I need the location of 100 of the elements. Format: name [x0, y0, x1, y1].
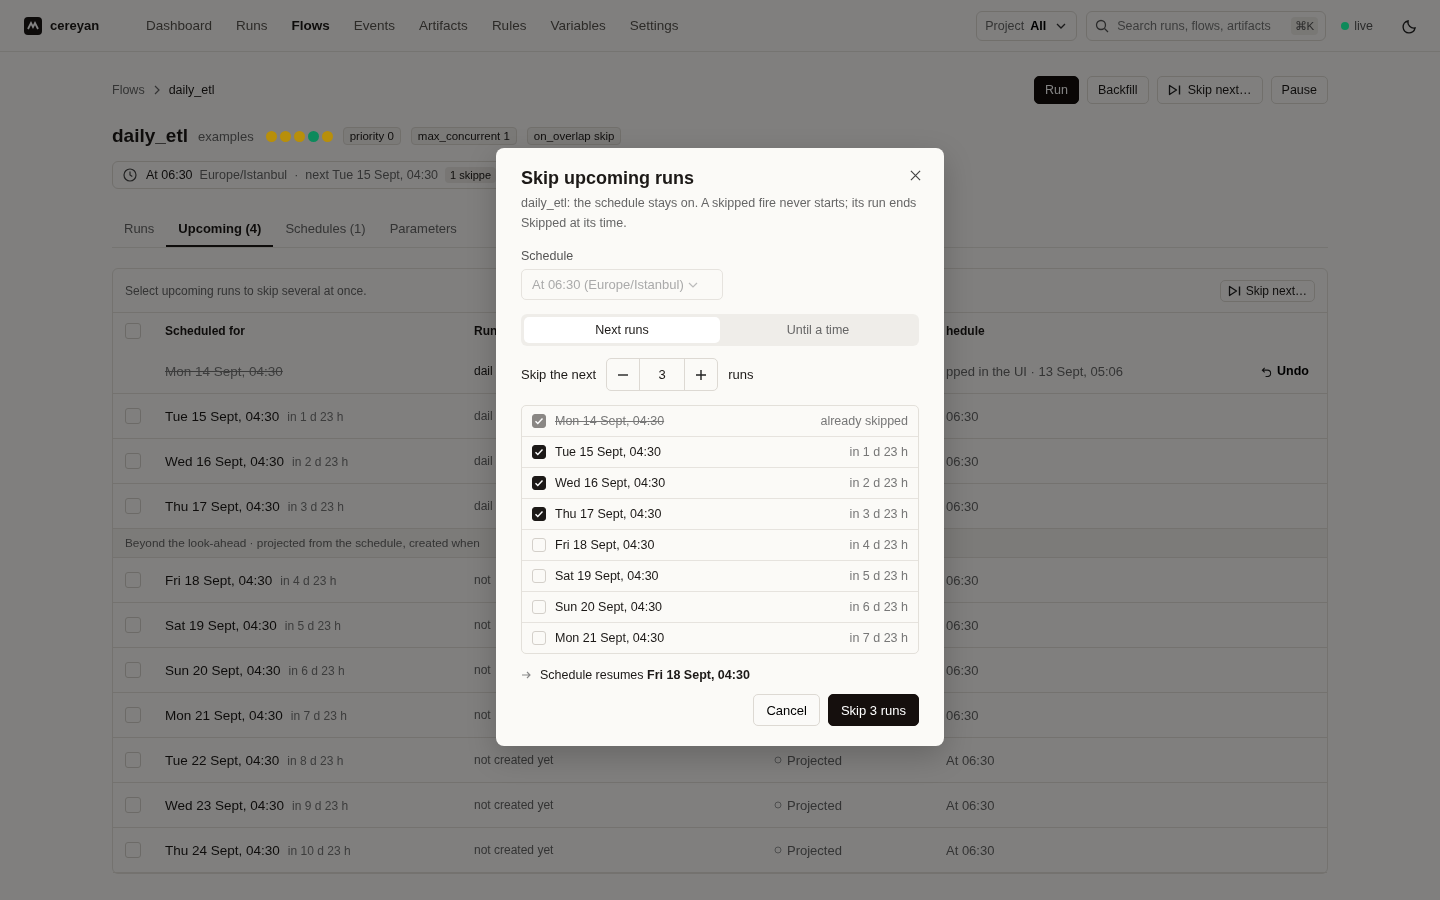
scheduled-date: Tue 22 Sept, 04:30 [165, 752, 280, 768]
count-unit: runs [728, 367, 754, 382]
schedule-cell: 06:30 [946, 408, 979, 424]
schedule-cell: 06:30 [946, 662, 979, 678]
run-info: in 2 d 23 h [849, 476, 908, 490]
moon-icon[interactable] [1402, 17, 1418, 34]
undo-icon [1261, 365, 1273, 377]
run-date: Wed 16 Sept, 04:30 [555, 476, 667, 490]
clock-icon [123, 168, 137, 182]
nav-link[interactable]: Runs [225, 18, 279, 33]
tab[interactable]: Parameters [377, 213, 469, 247]
search-icon [1095, 18, 1110, 33]
relative-time: in 5 d 23 h [284, 618, 341, 633]
check-icon [533, 446, 545, 458]
schedule-cell: 06:30 [946, 498, 979, 514]
run-checkbox[interactable] [532, 414, 546, 428]
schedule-cell: 06:30 [946, 617, 979, 633]
skipped-count: 1 skippe [445, 167, 497, 183]
schedule-cell: 06:30 [946, 453, 979, 469]
close-icon[interactable] [910, 170, 921, 181]
relative-time: in 10 d 23 h [287, 843, 351, 858]
run-checkbox[interactable] [532, 507, 546, 521]
app-name: cereyan [50, 18, 100, 33]
schedule-cell: 06:30 [946, 707, 979, 723]
mode-option[interactable]: Next runs [524, 317, 720, 343]
run-date: Mon 14 Sept, 04:30 [555, 414, 666, 428]
run-date: Thu 17 Sept, 04:30 [555, 507, 663, 521]
flow-title: daily_etl [112, 125, 189, 147]
tab[interactable]: Schedules (1) [273, 213, 378, 247]
project-select[interactable]: Project All [976, 10, 1078, 41]
tab[interactable]: Upcoming (4) [166, 213, 274, 247]
dialog-description: daily_etl: the schedule stays on. A skipped fire never starts; its run ends Skipped at its time. [521, 195, 918, 232]
relative-time: in 2 d 23 h [292, 454, 349, 469]
projected-icon [774, 801, 782, 809]
run-checkbox[interactable] [532, 445, 546, 459]
run-state: Projected [787, 797, 842, 813]
run-date: Tue 15 Sept, 04:30 [555, 445, 662, 459]
run-info: in 4 d 23 h [849, 538, 908, 552]
status-label: live [1354, 18, 1373, 33]
action-button[interactable]: Backfill [1087, 76, 1149, 104]
scheduled-date: Tue 15 Sept, 04:30 [165, 408, 280, 424]
run-date: Mon 21 Sept, 04:30 [555, 631, 666, 645]
scheduled-date: Wed 16 Sept, 04:30 [165, 453, 285, 469]
count-label: Skip the next [521, 367, 597, 382]
undo-button[interactable]: Undo [1255, 363, 1315, 379]
action-button[interactable]: Skip next… [1156, 76, 1263, 104]
mode-option[interactable]: Until a time [720, 317, 916, 343]
action-button[interactable]: Run [1034, 76, 1080, 104]
nav-link[interactable]: Artifacts [408, 18, 479, 33]
schedule-cell: At 06:30 [946, 797, 995, 813]
nav-link[interactable]: Settings [618, 18, 690, 33]
nav-link[interactable]: Rules [480, 18, 538, 33]
run-state: Projected [787, 842, 842, 858]
field-label: Schedule [521, 249, 575, 263]
cancel-button[interactable]: Cancel [753, 694, 820, 726]
run-info: in 6 d 23 h [849, 600, 908, 614]
next-run: next Tue 15 Sept, 04:30 [305, 168, 439, 182]
scheduled-date: Thu 17 Sept, 04:30 [165, 498, 280, 514]
tab[interactable]: Runs [112, 213, 167, 247]
nav-link[interactable]: Variables [539, 18, 617, 33]
skip-next-button[interactable]: Skip next… [1219, 279, 1315, 302]
relative-time: in 1 d 23 h [287, 409, 344, 424]
schedule-time: At 06:30 [146, 168, 193, 182]
run-name: not created yet [474, 843, 554, 857]
action-button[interactable]: Pause [1270, 76, 1328, 104]
skip-icon [1167, 84, 1182, 96]
nav-link[interactable]: Events [342, 18, 407, 33]
separator-dot: · [294, 168, 299, 182]
run-name: dail [474, 364, 493, 378]
nav-link[interactable]: Dashboard [135, 18, 224, 33]
relative-time: in 3 d 23 h [287, 499, 344, 514]
run-name: not [474, 618, 491, 632]
arrow-icon [521, 670, 531, 680]
run-date: Sat 19 Sept, 04:30 [555, 569, 660, 583]
run-checkbox[interactable] [532, 476, 546, 490]
flow-tag: max_concurrent 1 [410, 127, 517, 145]
run-name: dail [474, 454, 493, 468]
run-name: not [474, 663, 491, 677]
group-caption: Beyond the look-ahead · projected from the schedule, created when [125, 536, 480, 550]
plus-icon [695, 368, 708, 381]
projected-icon [774, 756, 782, 764]
breadcrumb-link[interactable]: Flows [112, 83, 145, 97]
relative-time: in 8 d 23 h [287, 753, 344, 768]
run-state: Projected [787, 752, 842, 768]
breadcrumb-current: daily_etl [168, 83, 215, 97]
relative-time: in 7 d 23 h [290, 708, 347, 723]
run-info: already skipped [820, 414, 908, 428]
confirm-button[interactable]: Skip 3 runs [827, 694, 919, 726]
skipped-date: Mon 14 Sept, 04:30 [165, 363, 283, 379]
scheduled-date: Sat 19 Sept, 04:30 [165, 617, 277, 633]
run-name: dail [474, 499, 493, 513]
nav-link[interactable]: Flows [280, 18, 341, 33]
chevron-icon [153, 85, 160, 95]
projected-icon [774, 846, 782, 854]
scheduled-date: Mon 21 Sept, 04:30 [165, 707, 283, 723]
run-name: not created yet [474, 753, 554, 767]
flow-project: examples [198, 128, 254, 144]
run-name: not created yet [474, 798, 554, 812]
schedule-cell: At 06:30 [946, 842, 995, 858]
chevron-down-icon [687, 281, 698, 288]
